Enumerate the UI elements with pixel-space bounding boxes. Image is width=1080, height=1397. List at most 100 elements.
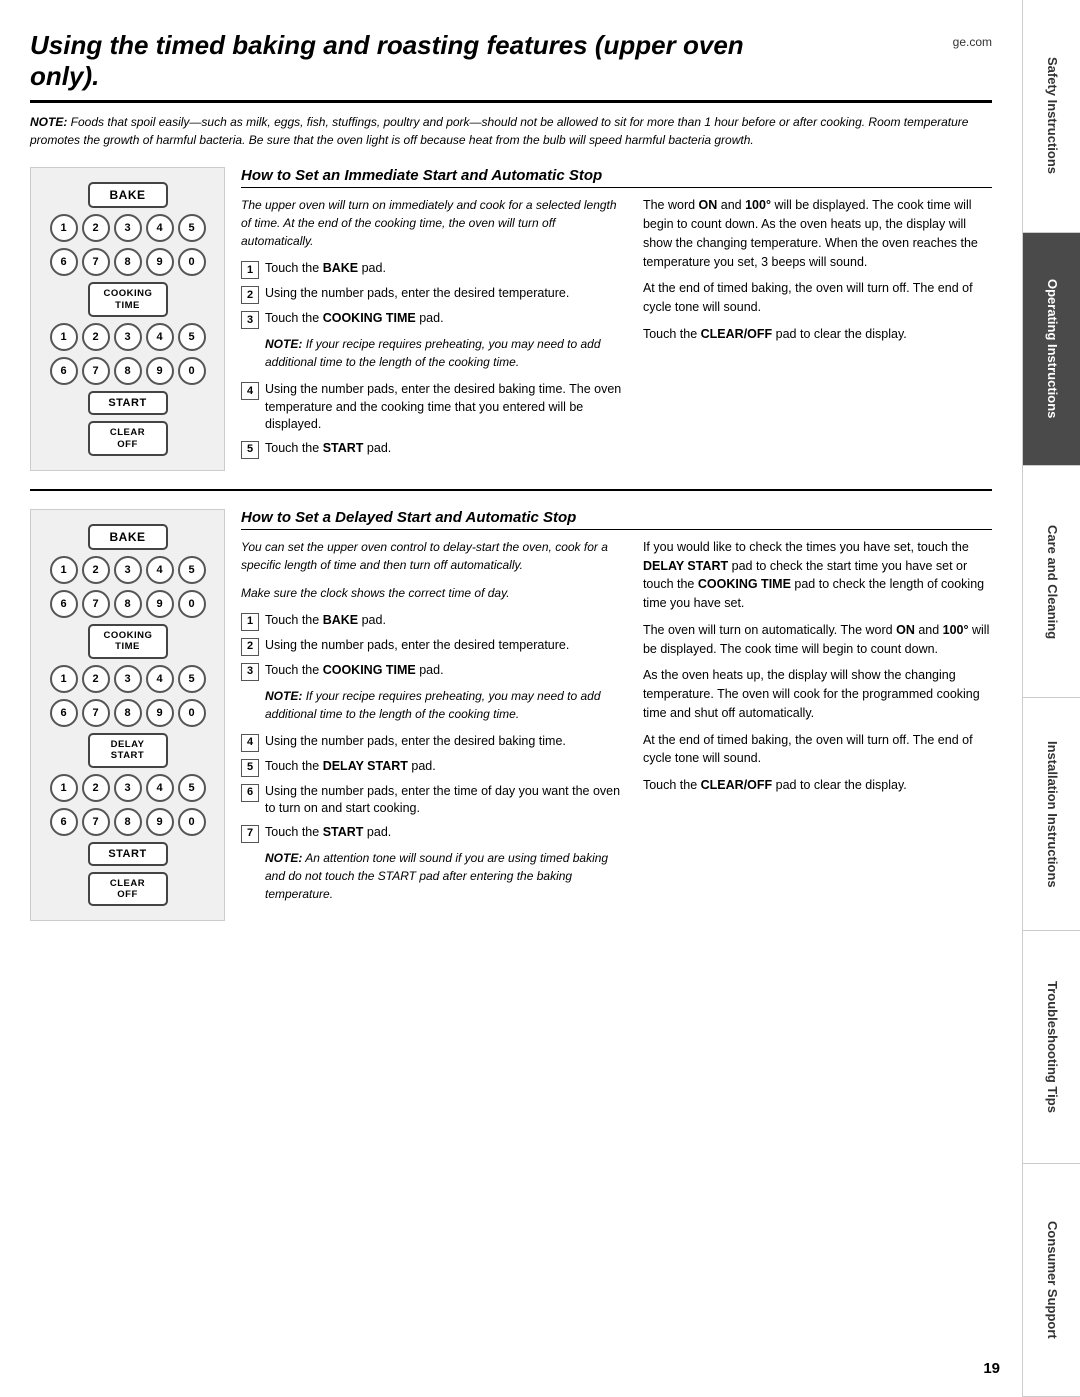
key-6b: 6 <box>50 357 78 385</box>
section1-col-left: The upper oven will turn on immediately … <box>241 196 625 465</box>
key-1e: 1 <box>50 774 78 802</box>
tab-care-cleaning[interactable]: Care and Cleaning <box>1023 466 1080 699</box>
oven-diagram-1: Bake 1 2 3 4 5 6 7 8 9 0 CookingTime <box>30 167 225 471</box>
key-1d: 1 <box>50 665 78 693</box>
tab-troubleshooting-label: Troubleshooting Tips <box>1043 981 1060 1113</box>
step-text: Using the number pads, enter the desired… <box>265 381 625 434</box>
step-text: Touch the BAKE pad. <box>265 612 625 631</box>
step-number: 1 <box>241 613 259 631</box>
key-1c: 1 <box>50 556 78 584</box>
step-number: 4 <box>241 382 259 400</box>
section2-two-col: You can set the upper oven control to de… <box>241 538 992 913</box>
section2-right-p4: At the end of timed baking, the oven wil… <box>643 731 992 769</box>
key-6: 6 <box>50 248 78 276</box>
step-item: 7 Touch the START pad. <box>241 824 625 843</box>
step-item: 4 Using the number pads, enter the desir… <box>241 733 625 752</box>
key-5: 5 <box>178 214 206 242</box>
step-item: 3 Touch the COOKING TIME pad. <box>241 662 625 681</box>
page-number: 19 <box>983 1360 1000 1377</box>
step-text: Touch the DELAY START pad. <box>265 758 625 777</box>
clear-off-button-diagram: ClearOff <box>88 421 168 456</box>
key-7e: 7 <box>82 808 110 836</box>
key-5e: 5 <box>178 774 206 802</box>
section2-intro2: Make sure the clock shows the correct ti… <box>241 584 625 602</box>
section1-content: How to Set an Immediate Start and Automa… <box>241 167 992 471</box>
key-4e: 4 <box>146 774 174 802</box>
tab-consumer-support[interactable]: Consumer Support <box>1023 1164 1080 1397</box>
start-button-diagram: Start <box>88 391 168 415</box>
key-1: 1 <box>50 214 78 242</box>
numpad-row-3: 1 2 3 4 5 <box>50 323 206 351</box>
key-8d: 8 <box>114 699 142 727</box>
page-title: Using the timed baking and roasting feat… <box>30 30 780 92</box>
section1-right-p1: The word ON and 100° will be displayed. … <box>643 196 992 271</box>
step-number: 6 <box>241 784 259 802</box>
key-8c: 8 <box>114 590 142 618</box>
key-5c: 5 <box>178 556 206 584</box>
key-3b: 3 <box>114 323 142 351</box>
key-2c: 2 <box>82 556 110 584</box>
step-number: 5 <box>241 759 259 777</box>
key-3c: 3 <box>114 556 142 584</box>
key-4b: 4 <box>146 323 174 351</box>
step-item: 6 Using the number pads, enter the time … <box>241 783 625 818</box>
tab-operating-instructions[interactable]: Operating Instructions <box>1023 233 1080 466</box>
key-6e: 6 <box>50 808 78 836</box>
oven-diagram-2: Bake 1 2 3 4 5 6 7 8 9 0 CookingTime <box>30 509 225 921</box>
section2-intro1: You can set the upper oven control to de… <box>241 538 625 574</box>
key-0e: 0 <box>178 808 206 836</box>
cooking-time-button-diagram: CookingTime <box>88 282 168 317</box>
tab-operating-label: Operating Instructions <box>1043 279 1060 418</box>
key-7: 7 <box>82 248 110 276</box>
key-5d: 5 <box>178 665 206 693</box>
key-9: 9 <box>146 248 174 276</box>
tab-installation-label: Installation Instructions <box>1043 741 1060 888</box>
delay-start-button-diagram: DelayStart <box>88 733 168 768</box>
section2-col-right: If you would like to check the times you… <box>643 538 992 913</box>
step-item: 5 Touch the DELAY START pad. <box>241 758 625 777</box>
step-text: Touch the COOKING TIME pad. <box>265 662 625 681</box>
key-2e: 2 <box>82 774 110 802</box>
cooking-time-button-diagram2: CookingTime <box>88 624 168 659</box>
step-item: 2 Using the number pads, enter the desir… <box>241 637 625 656</box>
key-2b: 2 <box>82 323 110 351</box>
tab-safety-label: Safety Instructions <box>1043 57 1060 174</box>
key-6d: 6 <box>50 699 78 727</box>
key-9b: 9 <box>146 357 174 385</box>
step-number: 1 <box>241 261 259 279</box>
website: ge.com <box>953 35 992 49</box>
key-0b: 0 <box>178 357 206 385</box>
step-item: 3 Touch the COOKING TIME pad. <box>241 310 625 329</box>
section2-steps2: 4 Using the number pads, enter the desir… <box>241 733 625 843</box>
tab-care-label: Care and Cleaning <box>1043 525 1060 639</box>
key-4d: 4 <box>146 665 174 693</box>
step-text: Using the number pads, enter the desired… <box>265 637 625 656</box>
step-text: Touch the START pad. <box>265 440 625 459</box>
step-text: Touch the BAKE pad. <box>265 260 625 279</box>
numpad-row-4: 6 7 8 9 0 <box>50 357 206 385</box>
key-9d: 9 <box>146 699 174 727</box>
start-button-diagram2: Start <box>88 842 168 866</box>
bake-button-diagram2: Bake <box>88 524 168 550</box>
key-8b: 8 <box>114 357 142 385</box>
step-number: 2 <box>241 638 259 656</box>
numpad-row-10: 6 7 8 9 0 <box>50 808 206 836</box>
step-text: Touch the START pad. <box>265 824 625 843</box>
tab-consumer-label: Consumer Support <box>1043 1221 1060 1339</box>
key-3: 3 <box>114 214 142 242</box>
step-text: Using the number pads, enter the desired… <box>265 733 625 752</box>
section2-content: How to Set a Delayed Start and Automatic… <box>241 509 992 921</box>
tab-installation-instructions[interactable]: Installation Instructions <box>1023 698 1080 931</box>
key-7b: 7 <box>82 357 110 385</box>
section1-intro: The upper oven will turn on immediately … <box>241 196 625 250</box>
tab-troubleshooting-tips[interactable]: Troubleshooting Tips <box>1023 931 1080 1164</box>
tab-safety-instructions[interactable]: Safety Instructions <box>1023 0 1080 233</box>
title-text: Using the timed baking and roasting feat… <box>30 30 780 92</box>
section1-steps: 1 Touch the BAKE pad. 2 Using the number… <box>241 260 625 329</box>
key-3d: 3 <box>114 665 142 693</box>
bake-button-diagram: Bake <box>88 182 168 208</box>
section1-steps2: 4 Using the number pads, enter the desir… <box>241 381 625 459</box>
section2-right-p2: The oven will turn on automatically. The… <box>643 621 992 659</box>
key-8e: 8 <box>114 808 142 836</box>
key-7c: 7 <box>82 590 110 618</box>
